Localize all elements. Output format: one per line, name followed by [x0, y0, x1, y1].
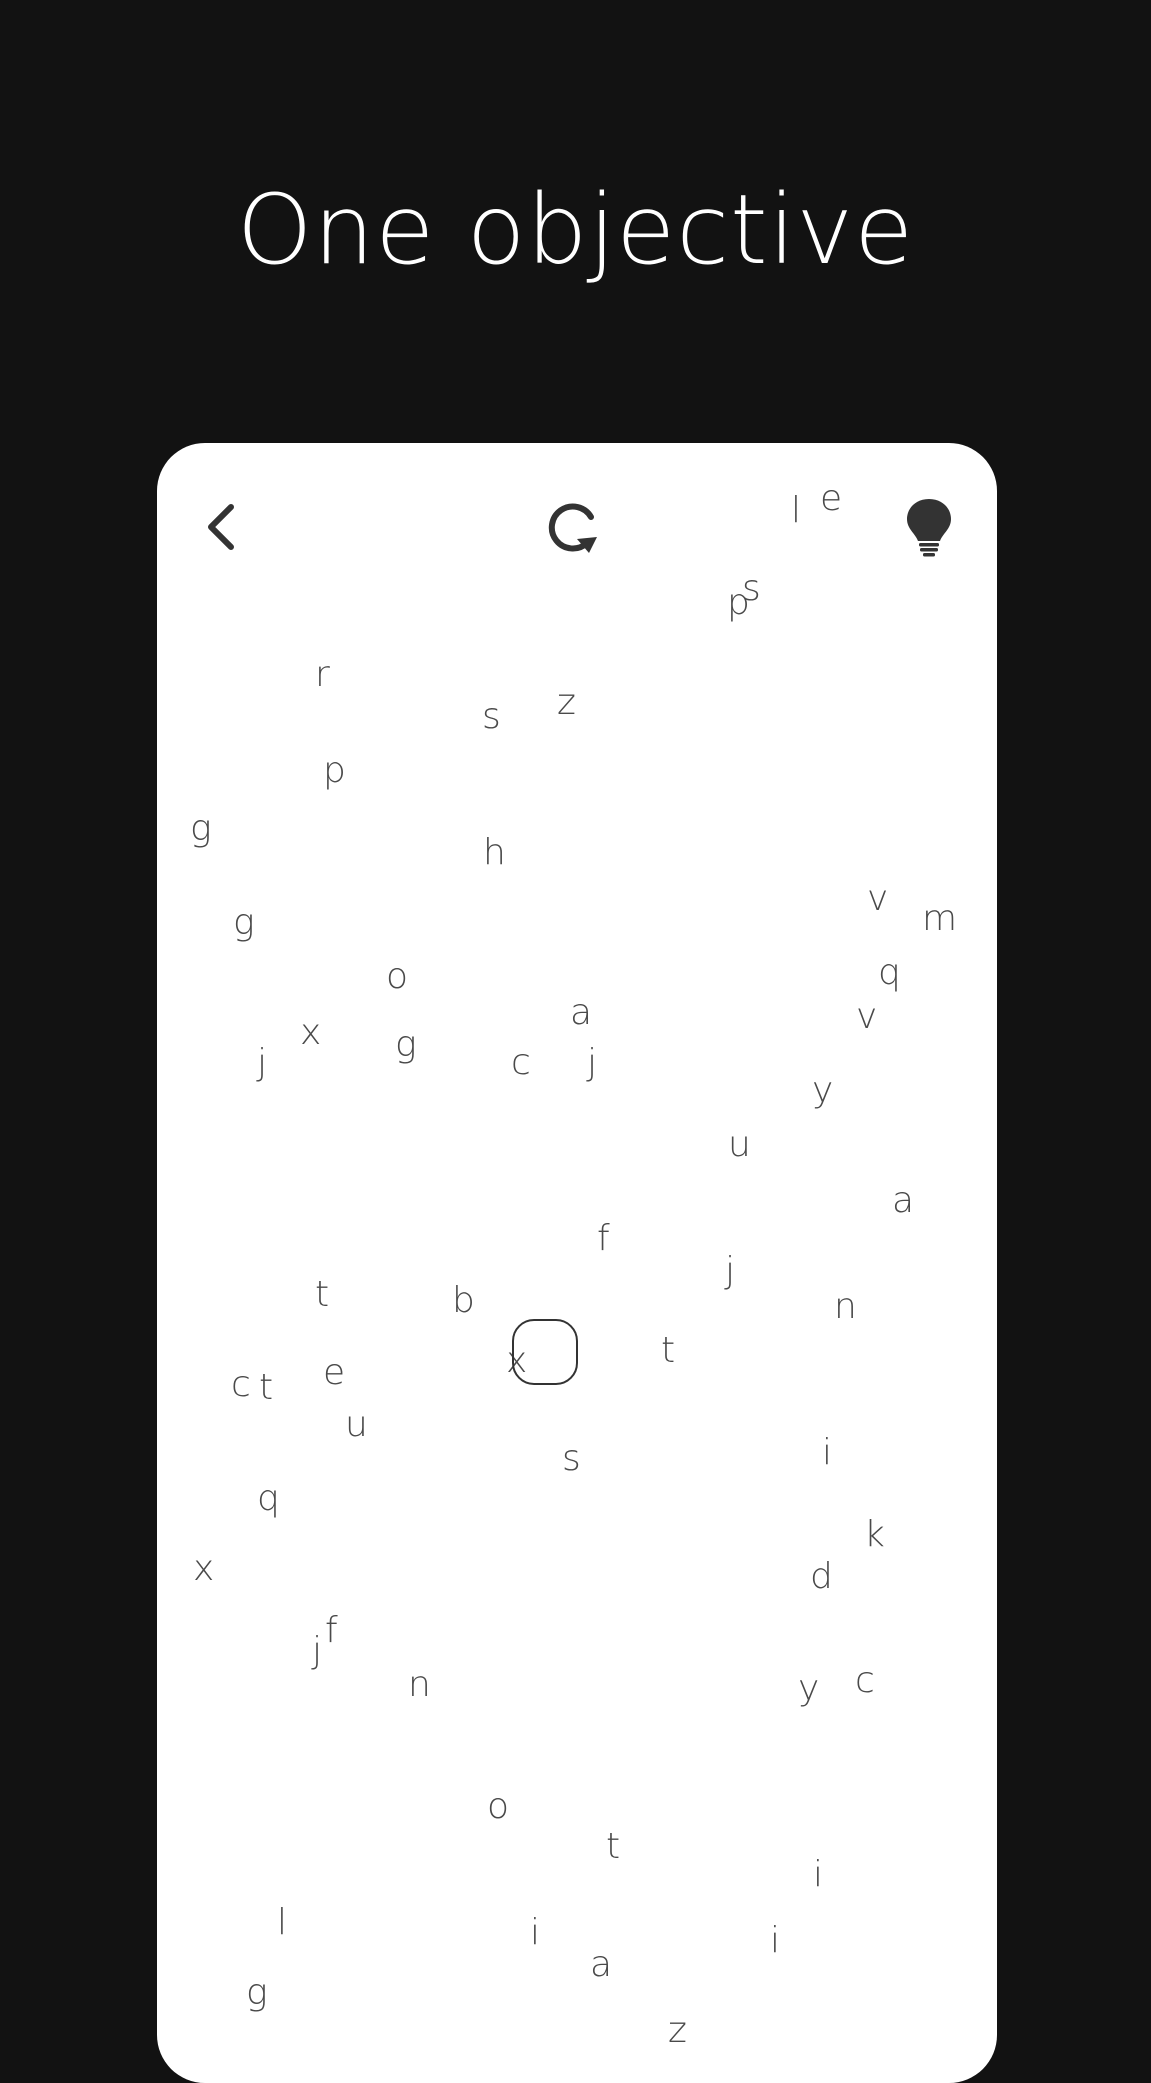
- game-card: lepsrszpghvmgoqavxjgcjyuafjtbnxtectuisqk…: [157, 443, 997, 2083]
- letter-tile[interactable]: x: [300, 1013, 321, 1053]
- lightbulb-icon: [907, 499, 951, 557]
- letter-tile[interactable]: u: [345, 1405, 368, 1445]
- letter-tile[interactable]: r: [315, 655, 330, 695]
- letter-tile[interactable]: t: [315, 1275, 329, 1315]
- letter-tile[interactable]: n: [834, 1287, 857, 1327]
- letter-tile[interactable]: o: [487, 1787, 509, 1827]
- letter-tile[interactable]: o: [386, 957, 408, 997]
- letter-tile[interactable]: g: [395, 1025, 417, 1065]
- letter-tile[interactable]: t: [606, 1827, 620, 1867]
- letter-tile[interactable]: s: [482, 697, 501, 737]
- letter-tile[interactable]: s: [562, 1439, 581, 1479]
- restart-button[interactable]: [543, 495, 607, 559]
- letter-tile[interactable]: c: [231, 1365, 251, 1405]
- letter-tile[interactable]: j: [257, 1043, 267, 1083]
- letter-tile[interactable]: q: [257, 1479, 280, 1519]
- letter-tile[interactable]: g: [233, 903, 255, 943]
- letter-tile[interactable]: q: [878, 953, 901, 993]
- letter-tile[interactable]: y: [798, 1669, 819, 1709]
- letter-tile[interactable]: l: [277, 1903, 287, 1943]
- letter-tile[interactable]: g: [246, 1973, 268, 2013]
- restart-icon: [548, 503, 597, 553]
- letter-tile[interactable]: b: [452, 1281, 475, 1321]
- letter-tile[interactable]: g: [190, 809, 212, 849]
- letter-tile[interactable]: v: [856, 997, 877, 1037]
- letter-tile[interactable]: t: [661, 1331, 675, 1371]
- letter-tile[interactable]: e: [820, 479, 842, 519]
- letter-tile[interactable]: j: [587, 1043, 597, 1083]
- letter-tile[interactable]: c: [511, 1043, 531, 1083]
- letter-tile[interactable]: k: [864, 1515, 885, 1555]
- letter-tile[interactable]: d: [810, 1557, 833, 1597]
- letter-tile[interactable]: t: [259, 1368, 273, 1408]
- letter-tile[interactable]: f: [597, 1219, 610, 1259]
- letter-tile[interactable]: h: [483, 833, 506, 873]
- letter-tile[interactable]: z: [557, 683, 576, 723]
- letter-tile[interactable]: a: [590, 1945, 612, 1985]
- letter-tile[interactable]: i: [530, 1913, 540, 1953]
- letter-tile[interactable]: u: [728, 1125, 751, 1165]
- letter-tile[interactable]: v: [867, 879, 888, 919]
- letter-tile[interactable]: m: [922, 899, 957, 939]
- letter-tile[interactable]: s: [742, 569, 761, 609]
- letter-tile[interactable]: f: [325, 1611, 338, 1651]
- letter-tile[interactable]: y: [812, 1071, 833, 1111]
- letter-tile[interactable]: e: [323, 1353, 345, 1393]
- letter-tile[interactable]: i: [822, 1433, 832, 1473]
- letter-tile[interactable]: j: [312, 1631, 322, 1671]
- hint-button[interactable]: [897, 495, 961, 559]
- player-square[interactable]: [512, 1319, 578, 1385]
- letter-tile[interactable]: x: [193, 1549, 214, 1589]
- back-button[interactable]: [193, 495, 257, 559]
- letter-tile[interactable]: z: [668, 2011, 687, 2051]
- letter-tile[interactable]: a: [892, 1181, 914, 1221]
- letter-tile[interactable]: i: [770, 1921, 780, 1961]
- letter-tile[interactable]: n: [408, 1665, 431, 1705]
- letter-tile[interactable]: c: [855, 1661, 875, 1701]
- chevron-left-icon: [208, 504, 234, 550]
- letter-tile[interactable]: p: [323, 751, 346, 791]
- letter-tile[interactable]: l: [791, 491, 801, 531]
- letter-tile[interactable]: a: [570, 993, 592, 1033]
- headline: One objective: [236, 174, 915, 286]
- letter-tile[interactable]: i: [813, 1855, 823, 1895]
- letter-tile[interactable]: j: [725, 1251, 735, 1291]
